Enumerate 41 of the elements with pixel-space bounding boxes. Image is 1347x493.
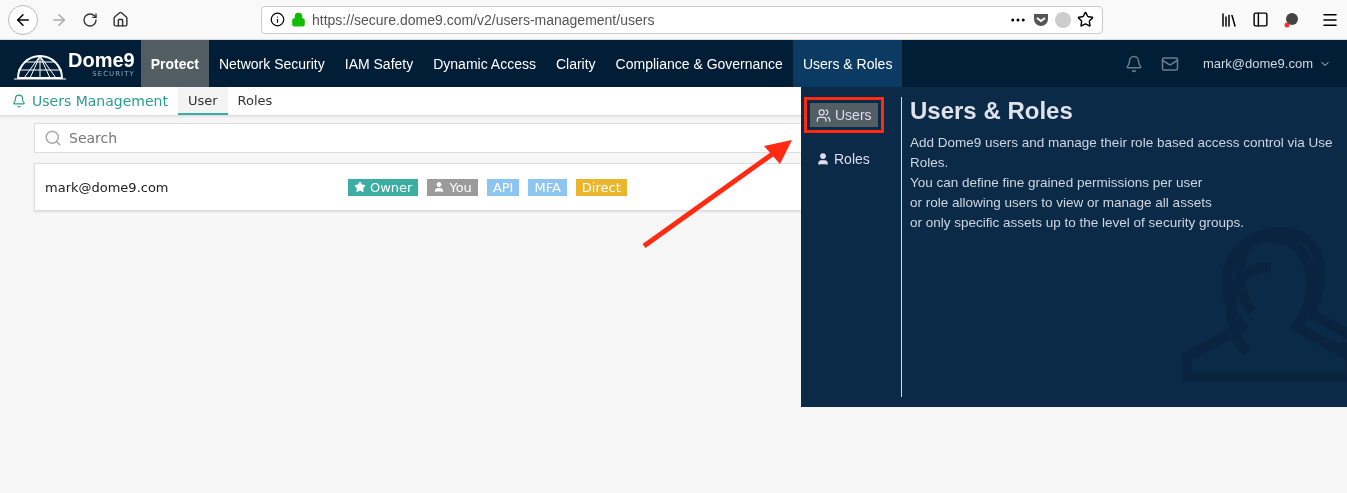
description-line: or only specific assets up to the level of security groups. bbox=[910, 214, 1245, 232]
user-tag: You bbox=[427, 178, 478, 196]
star-icon bbox=[354, 181, 366, 193]
panel-title: Users & Roles bbox=[910, 97, 1074, 125]
library-icon[interactable] bbox=[1220, 10, 1238, 29]
home-button[interactable] bbox=[110, 9, 131, 30]
logo-text: Dome9 bbox=[68, 49, 135, 70]
bell-icon[interactable] bbox=[1125, 54, 1143, 73]
nav-tab[interactable]: Compliance & Governance bbox=[605, 40, 793, 87]
mail-icon[interactable] bbox=[1161, 54, 1179, 73]
description-line: You can define fine grained permissions per user bbox=[910, 174, 1204, 192]
person-icon bbox=[433, 181, 446, 193]
nav-tab[interactable]: Protect bbox=[140, 40, 209, 87]
pocket-icon[interactable] bbox=[1033, 12, 1049, 27]
nav-tab[interactable]: IAM Safety bbox=[334, 40, 424, 87]
menu-item[interactable]: Users bbox=[810, 103, 878, 127]
url-text: https://secure.dome9.com/v2/users-management/users bbox=[312, 11, 656, 28]
account-menu[interactable]: mark@dome9.com bbox=[1197, 55, 1337, 72]
user-tag: Owner bbox=[348, 178, 419, 196]
sidebar-icon[interactable] bbox=[1252, 11, 1269, 28]
user-tag: MFA bbox=[528, 178, 567, 196]
nav-tab[interactable]: Dynamic Access bbox=[423, 40, 546, 87]
nav-tab[interactable]: Network Security bbox=[208, 40, 335, 87]
description-line: or role allowing users to view or manage all assets bbox=[910, 194, 1213, 212]
address-bar[interactable]: https://secure.dome9.com/v2/users-management/users bbox=[261, 5, 1103, 34]
user-tag: Direct bbox=[575, 178, 627, 196]
section-title: Users Management bbox=[32, 93, 168, 109]
user-email: mark@dome9.com bbox=[45, 179, 170, 195]
bookmark-star-icon[interactable] bbox=[1077, 11, 1094, 28]
back-button[interactable] bbox=[8, 4, 38, 35]
user-tag: API bbox=[486, 178, 520, 196]
nav-tab[interactable]: Clarity bbox=[545, 40, 606, 87]
bell-icon bbox=[12, 94, 26, 108]
lock-icon bbox=[291, 12, 306, 27]
nav-tab[interactable]: Users & Roles bbox=[792, 40, 903, 87]
person-icon bbox=[816, 152, 830, 166]
sub-tab[interactable]: User bbox=[177, 87, 228, 115]
search-icon bbox=[44, 129, 62, 147]
sub-tab[interactable]: Roles bbox=[227, 87, 283, 115]
users-icon bbox=[816, 107, 831, 123]
info-icon bbox=[270, 12, 285, 27]
